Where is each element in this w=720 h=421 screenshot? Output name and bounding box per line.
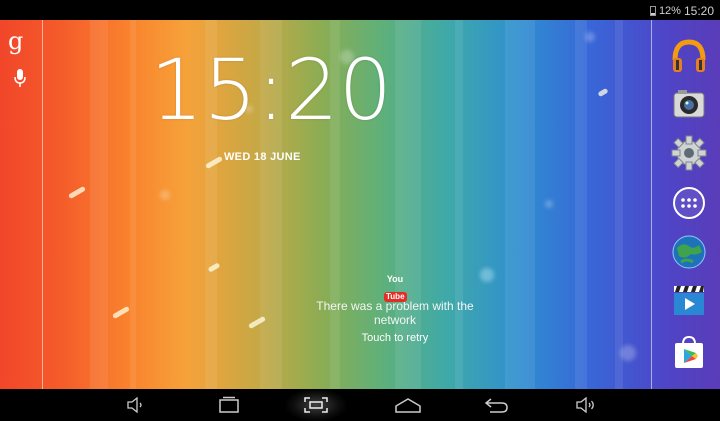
right-dock [651,20,720,389]
touch-to-retry-button[interactable]: Touch to retry [300,332,490,344]
back-button[interactable] [467,389,527,421]
status-bar: 12% 15:20 [0,0,720,20]
volume-up-button[interactable] [556,389,616,421]
status-time: 15:20 [683,4,714,18]
back-icon [484,398,508,413]
volume-down-button[interactable] [106,389,166,421]
screenshot-button[interactable] [286,389,346,421]
left-shortcut-bar: g [0,20,43,389]
play-store-icon[interactable] [669,332,709,372]
clock-widget[interactable]: 15:20 [150,40,392,140]
battery-percent: 12% [658,5,681,17]
youtube-logo-tube: Tube [384,292,407,302]
play-music-icon[interactable] [669,36,709,76]
youtube-logo-you: You [386,274,404,284]
volume-down-icon [127,397,142,413]
google-search-icon[interactable]: g [8,29,23,53]
browser-globe-icon[interactable] [669,232,709,272]
settings-icon[interactable] [669,133,709,173]
date-label: WED 18 JUNE [224,151,301,163]
recent-apps-button[interactable] [199,389,259,421]
volume-up-icon [576,397,594,413]
youtube-widget[interactable]: You Tube There was a problem with the ne… [300,274,490,345]
screenshot-icon [304,397,328,413]
left-divider [42,20,43,389]
recent-apps-icon [219,396,239,413]
navigation-bar [0,389,720,421]
home-button[interactable] [378,389,438,421]
microphone-icon[interactable] [13,68,27,88]
right-divider [651,20,652,389]
app-drawer-icon[interactable] [669,183,709,223]
network-error-message: There was a problem with the network [316,299,474,327]
home-icon [395,398,421,413]
status-indicators: 12% 15:20 [649,4,714,18]
battery-icon [649,6,656,16]
video-player-icon[interactable] [669,280,709,320]
youtube-icon: You Tube [384,274,407,302]
camera-icon[interactable] [669,84,709,124]
